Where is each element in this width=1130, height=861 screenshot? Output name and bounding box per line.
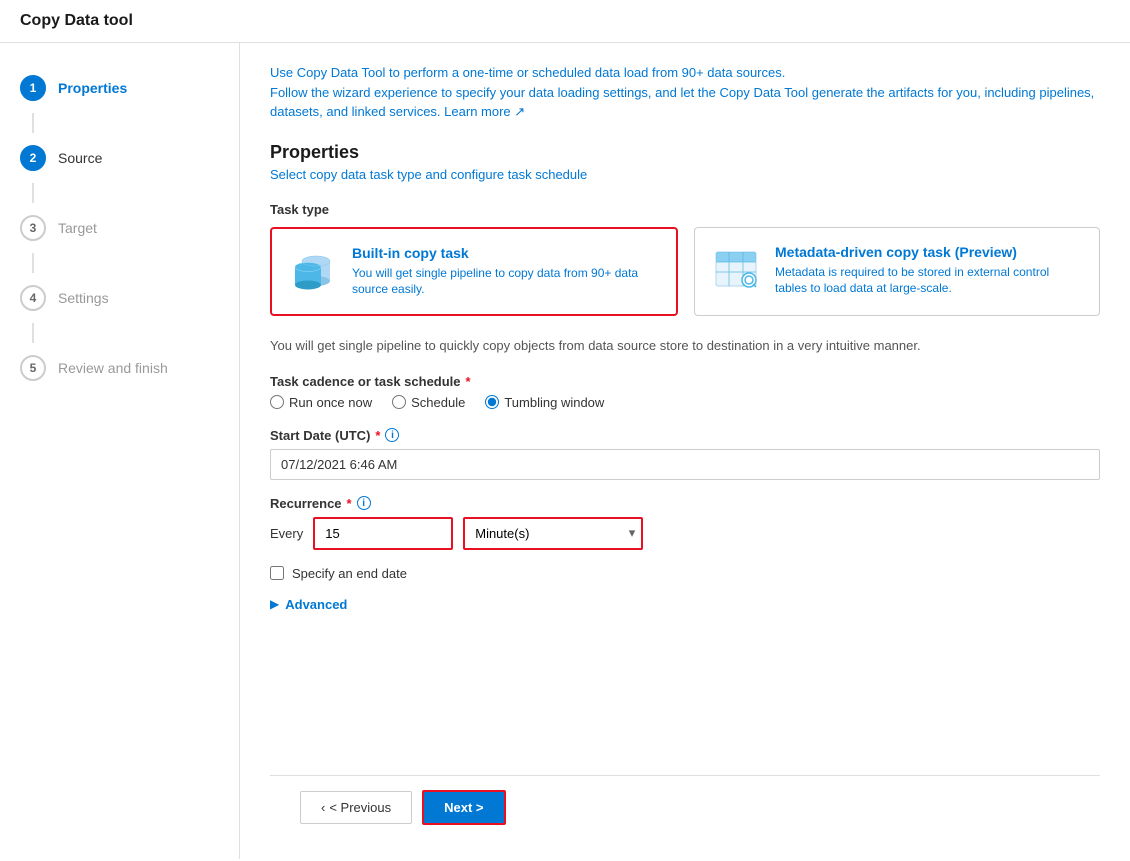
advanced-label: Advanced: [285, 597, 347, 612]
radio-schedule-input[interactable]: [392, 395, 406, 409]
step-circle-1: 1: [20, 75, 46, 101]
sidebar-item-target[interactable]: 3 Target: [0, 203, 239, 253]
start-date-group: Start Date (UTC) * i: [270, 428, 1100, 480]
sidebar-label-properties: Properties: [58, 80, 127, 96]
task-cards: Built-in copy task You will get single p…: [270, 227, 1100, 317]
specify-end-date-checkbox[interactable]: [270, 566, 284, 580]
task-description: You will get single pipeline to quickly …: [270, 336, 1100, 356]
radio-run-once-label: Run once now: [289, 395, 372, 410]
intro-block: Use Copy Data Tool to perform a one-time…: [270, 63, 1100, 122]
previous-button[interactable]: ‹ < Previous: [300, 791, 412, 824]
task-card-metadata[interactable]: Metadata-driven copy task (Preview) Meta…: [694, 227, 1100, 317]
sidebar-label-review: Review and finish: [58, 360, 168, 376]
radio-run-once-input[interactable]: [270, 395, 284, 409]
recurrence-unit-wrapper: Minute(s) Hour(s) Day(s) Week(s) Month(s…: [463, 517, 643, 550]
metadata-card-content: Metadata-driven copy task (Preview) Meta…: [775, 244, 1083, 298]
next-label: Next >: [444, 800, 483, 815]
advanced-row[interactable]: ▶ Advanced: [270, 597, 1100, 612]
sidebar-item-properties[interactable]: 1 Properties: [0, 63, 239, 113]
step-circle-3: 3: [20, 215, 46, 241]
required-marker: *: [466, 374, 471, 389]
chevron-left-icon: ‹: [321, 800, 325, 815]
properties-section: Properties Select copy data task type an…: [270, 142, 1100, 612]
main-content: Use Copy Data Tool to perform a one-time…: [240, 43, 1130, 859]
radio-tumbling-window[interactable]: Tumbling window: [485, 395, 604, 410]
start-date-info-icon[interactable]: i: [385, 428, 399, 442]
task-card-builtin[interactable]: Built-in copy task You will get single p…: [270, 227, 678, 317]
step-circle-2: 2: [20, 145, 46, 171]
sidebar-item-review[interactable]: 5 Review and finish: [0, 343, 239, 393]
intro-line1: Use Copy Data Tool to perform a one-time…: [270, 63, 1100, 83]
sidebar-label-settings: Settings: [58, 290, 109, 306]
task-cadence-label: Task cadence or task schedule *: [270, 374, 1100, 389]
metadata-icon: [711, 244, 761, 294]
connector-4: [32, 323, 34, 343]
recurrence-group: Recurrence * i Every Minute(s) Hour(s) D…: [270, 496, 1100, 550]
sidebar-label-source: Source: [58, 150, 102, 166]
connector-1: [32, 113, 34, 133]
content-scroll: Use Copy Data Tool to perform a one-time…: [270, 63, 1100, 775]
radio-run-once[interactable]: Run once now: [270, 395, 372, 410]
radio-tumbling-input[interactable]: [485, 395, 499, 409]
connector-3: [32, 253, 34, 273]
recurrence-number-input[interactable]: [313, 517, 453, 550]
specify-end-date-row: Specify an end date: [270, 566, 1100, 581]
radio-schedule-label: Schedule: [411, 395, 465, 410]
radio-schedule[interactable]: Schedule: [392, 395, 465, 410]
chevron-right-icon: ▶: [270, 597, 279, 611]
sidebar-item-source[interactable]: 2 Source: [0, 133, 239, 183]
learn-more-link[interactable]: Learn more ↗: [444, 104, 525, 119]
every-label: Every: [270, 526, 303, 541]
start-date-label: Start Date (UTC) * i: [270, 428, 1100, 443]
sidebar: 1 Properties 2 Source 3 Target 4 Setting…: [0, 43, 240, 859]
recurrence-label: Recurrence * i: [270, 496, 1100, 511]
step-circle-5: 5: [20, 355, 46, 381]
properties-subtitle: Select copy data task type and configure…: [270, 167, 1100, 182]
metadata-card-desc: Metadata is required to be stored in ext…: [775, 264, 1083, 298]
sidebar-item-settings[interactable]: 4 Settings: [0, 273, 239, 323]
builtin-card-desc: You will get single pipeline to copy dat…: [352, 265, 660, 299]
builtin-icon: [288, 245, 338, 295]
radio-group: Run once now Schedule Tumbling window: [270, 395, 1100, 410]
sidebar-label-target: Target: [58, 220, 97, 236]
previous-label: < Previous: [329, 800, 391, 815]
builtin-card-content: Built-in copy task You will get single p…: [352, 245, 660, 299]
connector-2: [32, 183, 34, 203]
radio-tumbling-label: Tumbling window: [504, 395, 604, 410]
task-type-label: Task type: [270, 202, 1100, 217]
start-date-input[interactable]: [270, 449, 1100, 480]
task-cadence-group: Task cadence or task schedule * Run once…: [270, 374, 1100, 410]
recurrence-info-icon[interactable]: i: [357, 496, 371, 510]
metadata-card-title: Metadata-driven copy task (Preview): [775, 244, 1083, 260]
intro-line2: Follow the wizard experience to specify …: [270, 83, 1100, 122]
footer: ‹ < Previous Next >: [270, 775, 1100, 839]
recurrence-row: Every Minute(s) Hour(s) Day(s) Week(s) M…: [270, 517, 1100, 550]
title-text: Copy Data tool: [20, 12, 133, 29]
page-title: Copy Data tool: [0, 0, 1130, 43]
builtin-card-title: Built-in copy task: [352, 245, 660, 261]
properties-title: Properties: [270, 142, 1100, 163]
specify-end-date-label[interactable]: Specify an end date: [292, 566, 407, 581]
recurrence-unit-select[interactable]: Minute(s) Hour(s) Day(s) Week(s) Month(s…: [463, 517, 643, 550]
step-circle-4: 4: [20, 285, 46, 311]
next-button[interactable]: Next >: [422, 790, 505, 825]
